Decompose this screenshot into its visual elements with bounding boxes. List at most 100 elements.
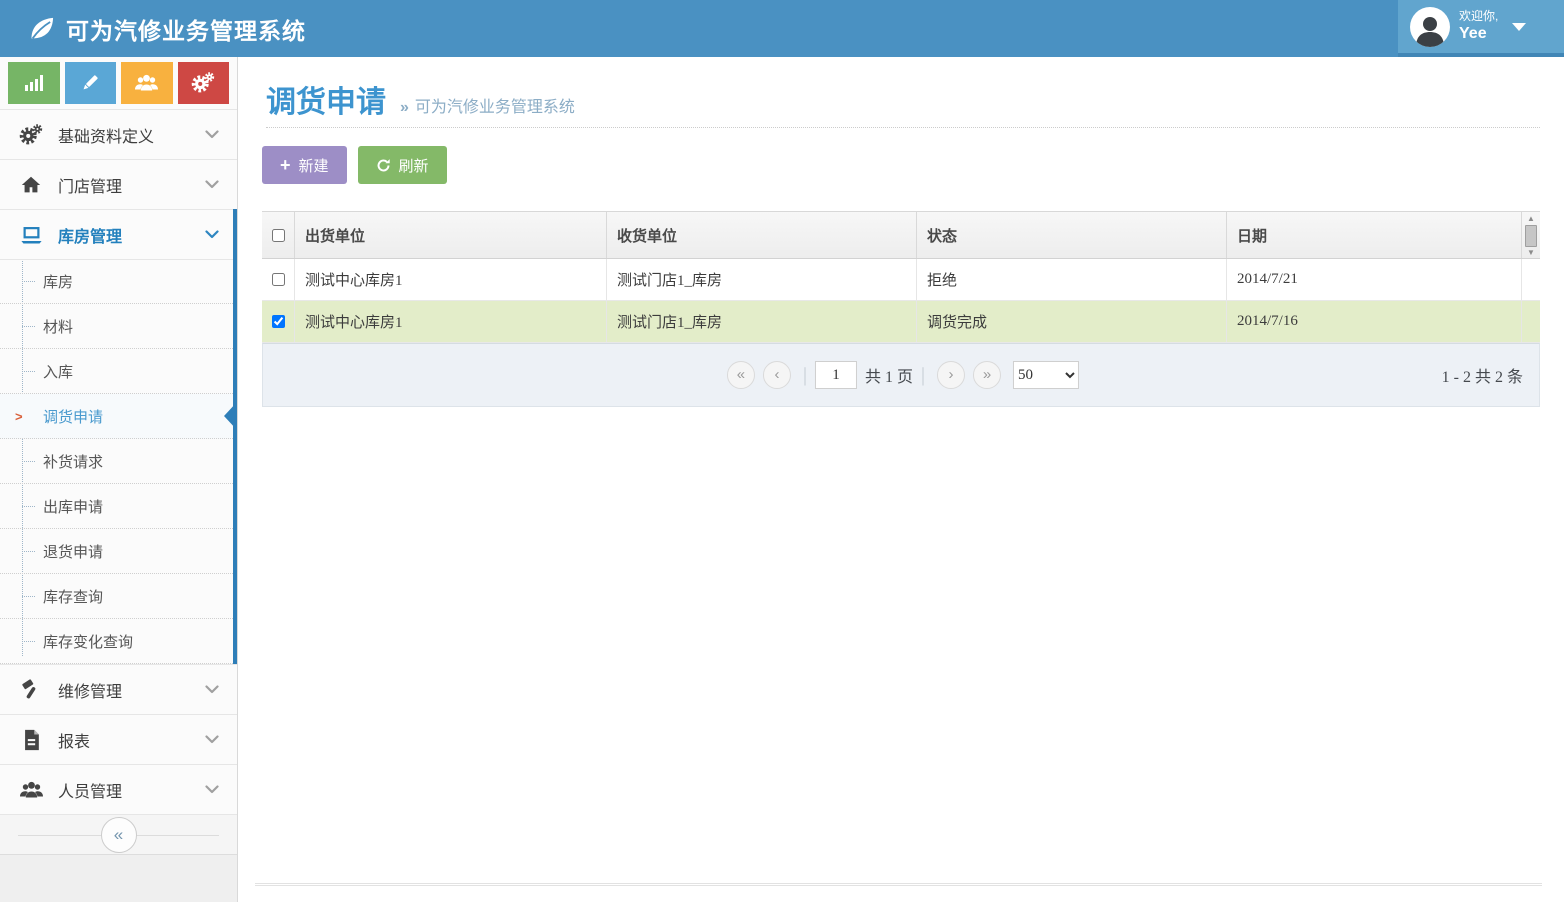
scrollbar-thumb[interactable] xyxy=(1525,225,1537,247)
avatar xyxy=(1410,7,1450,47)
gears-icon xyxy=(18,123,44,147)
page-title: 调货申请 xyxy=(266,77,386,121)
brand: 可为汽修业务管理系统 xyxy=(28,12,306,46)
welcome-label: 欢迎你, xyxy=(1459,9,1498,24)
chevron-down-icon xyxy=(205,735,219,744)
sidebar-subitem-label: 库房 xyxy=(43,271,73,292)
toolbar: + 新建 刷新 xyxy=(262,146,447,184)
cell-receiver: 测试门店1_库房 xyxy=(607,259,917,300)
prev-page-button[interactable]: ‹ xyxy=(763,361,791,389)
sidebar-subitem-materials[interactable]: 材料 xyxy=(0,304,237,349)
column-header-date[interactable]: 日期 xyxy=(1227,212,1522,258)
caret-down-icon xyxy=(1512,23,1526,31)
cell-receiver: 测试门店1_库房 xyxy=(607,301,917,342)
app-title: 可为汽修业务管理系统 xyxy=(66,12,306,46)
table-scrollbar[interactable]: ▲ ▼ xyxy=(1523,214,1539,258)
refresh-button[interactable]: 刷新 xyxy=(358,146,447,184)
select-all-checkbox[interactable] xyxy=(272,229,285,242)
page-head: 调货申请 » 可为汽修业务管理系统 xyxy=(266,77,575,121)
sidebar-subitem-label: 入库 xyxy=(43,361,73,382)
column-header-status[interactable]: 状态 xyxy=(917,212,1227,258)
arrow-right-icon: > xyxy=(15,409,23,424)
sidebar-item-stores[interactable]: 门店管理 xyxy=(0,159,237,209)
sidebar-subitem-label: 出库申请 xyxy=(43,496,103,517)
scroll-up-icon[interactable]: ▲ xyxy=(1527,214,1535,224)
page-size-select[interactable]: 50 xyxy=(1013,361,1079,389)
sidebar-item-label: 报表 xyxy=(58,728,205,752)
home-icon xyxy=(18,174,44,196)
sidebar: 基础资料定义 门店管理 库房管理 xyxy=(0,57,238,902)
sidebar-subitem-inbound[interactable]: 入库 xyxy=(0,349,237,394)
page-input[interactable] xyxy=(815,361,857,389)
sidebar-menu: 基础资料定义 门店管理 库房管理 xyxy=(0,109,237,854)
breadcrumb-text: 可为汽修业务管理系统 xyxy=(415,99,575,116)
table-row[interactable]: 测试中心库房1 测试门店1_库房 拒绝 2014/7/21 xyxy=(262,259,1540,301)
warehouse-submenu: 库房 材料 入库 > 调货申请 补货请求 xyxy=(0,259,237,664)
table-header-row: 出货单位 收货单位 状态 日期 ▲ ▼ xyxy=(262,211,1540,259)
gavel-icon xyxy=(18,679,44,701)
bar-chart-icon xyxy=(23,72,45,94)
sidebar-subitem-transfer-request[interactable]: > 调货申请 xyxy=(0,394,237,439)
leaf-icon xyxy=(28,15,56,43)
sidebar-subitem-stock-query[interactable]: 库存查询 xyxy=(0,574,237,619)
cell-status: 调货完成 xyxy=(917,301,1227,342)
next-page-button[interactable]: › xyxy=(937,361,965,389)
sidebar-subitem-replenish-request[interactable]: 补货请求 xyxy=(0,439,237,484)
column-header-shipper[interactable]: 出货单位 xyxy=(295,212,607,258)
sidebar-collapse-row: « xyxy=(0,814,237,854)
table-row-selected[interactable]: 测试中心库房1 测试门店1_库房 调货完成 2014/7/16 xyxy=(262,301,1540,343)
scroll-down-icon[interactable]: ▼ xyxy=(1527,248,1535,258)
cell-shipper: 测试中心库房1 xyxy=(295,301,607,342)
chart-shortcut-button[interactable] xyxy=(8,62,60,104)
footer-divider xyxy=(255,883,1542,886)
new-button[interactable]: + 新建 xyxy=(262,146,347,184)
main-content: 调货申请 » 可为汽修业务管理系统 + 新建 刷新 出货单位 收货单位 状态 日期 xyxy=(238,57,1564,902)
sidebar-item-personnel[interactable]: 人员管理 xyxy=(0,764,237,814)
users-shortcut-button[interactable] xyxy=(121,62,173,104)
last-page-button[interactable]: » xyxy=(973,361,1001,389)
laptop-icon xyxy=(18,224,44,246)
sidebar-item-base-data[interactable]: 基础资料定义 xyxy=(0,109,237,159)
sidebar-subitem-label: 补货请求 xyxy=(43,451,103,472)
plus-icon: + xyxy=(280,156,291,174)
cell-shipper: 测试中心库房1 xyxy=(295,259,607,300)
sidebar-subitem-label: 库存查询 xyxy=(43,586,103,607)
user-menu[interactable]: 欢迎你, Yee xyxy=(1398,0,1564,57)
sidebar-subitem-label: 调货申请 xyxy=(43,406,103,427)
pager-bar: « ‹ | 共 1 页 | › » 50 1 - 2 共 2 条 xyxy=(262,343,1540,407)
total-pages-label: 共 1 页 xyxy=(865,363,913,387)
refresh-icon xyxy=(376,158,391,173)
edit-shortcut-button[interactable] xyxy=(65,62,117,104)
row-checkbox[interactable] xyxy=(272,273,285,286)
first-page-button[interactable]: « xyxy=(727,361,755,389)
new-button-label: 新建 xyxy=(299,155,329,176)
column-header-receiver[interactable]: 收货单位 xyxy=(607,212,917,258)
sidebar-subitem-outbound-request[interactable]: 出库申请 xyxy=(0,484,237,529)
report-icon xyxy=(18,729,44,751)
app-header: 可为汽修业务管理系统 欢迎你, Yee xyxy=(0,0,1564,57)
sidebar-item-repair[interactable]: 维修管理 xyxy=(0,664,237,714)
cell-date: 2014/7/16 xyxy=(1227,301,1522,342)
sidebar-item-warehouse[interactable]: 库房管理 xyxy=(0,209,237,259)
sidebar-footer-area xyxy=(0,854,237,902)
sidebar-subitem-return-request[interactable]: 退货申请 xyxy=(0,529,237,574)
chevron-down-icon xyxy=(205,685,219,694)
gears-icon xyxy=(191,71,215,95)
settings-shortcut-button[interactable] xyxy=(178,62,230,104)
sidebar-subitem-label: 退货申请 xyxy=(43,541,103,562)
username: Yee xyxy=(1459,24,1498,44)
chevron-down-icon xyxy=(205,180,219,189)
select-all-cell xyxy=(262,212,295,258)
row-checkbox[interactable] xyxy=(272,315,285,328)
collapse-sidebar-button[interactable]: « xyxy=(101,817,137,853)
breadcrumb-separator: » xyxy=(400,99,409,116)
sidebar-item-label: 人员管理 xyxy=(58,778,205,802)
sidebar-item-label: 基础资料定义 xyxy=(58,123,205,147)
sidebar-subitem-stock-change-query[interactable]: 库存变化查询 xyxy=(0,619,237,664)
record-range-label: 1 - 2 共 2 条 xyxy=(1442,363,1523,387)
sidebar-subitem-warehouse[interactable]: 库房 xyxy=(0,259,237,304)
users-icon xyxy=(134,72,159,94)
sidebar-item-reports[interactable]: 报表 xyxy=(0,714,237,764)
double-left-chevron-icon: « xyxy=(114,825,123,844)
sidebar-subitem-label: 材料 xyxy=(43,316,73,337)
